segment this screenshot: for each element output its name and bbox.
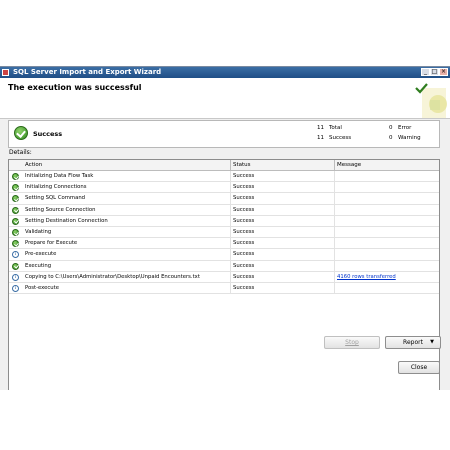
row-status: Success (233, 273, 255, 280)
total-label: Total (329, 125, 342, 131)
details-label: Details: (9, 149, 32, 156)
row-action: Executing (25, 262, 52, 269)
grid-header: Action Status Message (9, 160, 439, 171)
success-check-icon (12, 195, 19, 203)
row-status: Success (233, 184, 255, 191)
table-row[interactable]: i Copying to C:\Users\Administrator\Deskt… (9, 271, 439, 283)
warning-count: 0 (389, 135, 393, 141)
total-count: 11 (317, 125, 324, 131)
row-action: Post-execute (25, 285, 59, 291)
window-title: SQL Server Import and Export Wizard (13, 68, 162, 76)
success-check-icon (12, 173, 19, 180)
title-bar[interactable]: SQL Server Import and Export Wizard _ □ … (0, 67, 450, 78)
row-status: Success (233, 229, 255, 235)
row-status: Success (233, 195, 255, 202)
stop-button[interactable]: Stop (324, 336, 380, 349)
info-icon: i (12, 285, 19, 292)
page-title: The execution was successful (8, 83, 142, 92)
summary-panel: Success 11 Total 11 Success 0 Error 0 Wa… (8, 120, 440, 148)
close-window-button[interactable]: × (439, 68, 448, 76)
minimize-button[interactable]: _ (421, 68, 430, 76)
row-action: Prepare for Execute (25, 240, 78, 247)
details-grid[interactable]: Action Status Message Initializing Data … (8, 159, 440, 398)
info-icon: i (12, 273, 19, 281)
table-row[interactable]: Initializing Connections Success (9, 182, 439, 194)
stop-button-label: Stop (345, 339, 359, 346)
row-status: Success (233, 217, 255, 224)
row-status: Success (233, 251, 255, 258)
wizard-window: SQL Server Import and Export Wizard _ □ … (0, 66, 450, 398)
row-action: Setting Destination Connection (25, 217, 108, 224)
app-icon (2, 69, 9, 76)
success-check-icon (12, 217, 19, 225)
row-message-link[interactable]: 4160 rows transferred (337, 274, 396, 280)
success-check-icon (14, 126, 28, 140)
row-action: Copying to C:\Users\Administrator\Deskto… (25, 273, 200, 280)
row-status: Success (233, 173, 255, 179)
table-row[interactable]: i Pre-execute Success (9, 249, 439, 261)
column-header-status[interactable]: Status (233, 162, 251, 168)
column-header-message[interactable]: Message (337, 162, 361, 168)
success-check-icon (12, 229, 19, 236)
row-action: Initializing Data Flow Task (25, 173, 94, 179)
error-label: Error (398, 125, 412, 131)
info-icon: i (12, 251, 19, 259)
row-status: Success (233, 240, 255, 247)
row-action: Initializing Connections (25, 184, 87, 191)
row-status: Success (233, 206, 255, 213)
row-status: Success (233, 262, 255, 269)
table-row[interactable]: i Post-execute Success (9, 283, 439, 295)
success-label: Success (329, 135, 352, 141)
wizard-header: The execution was successful (0, 78, 450, 119)
wizard-logo-icon (415, 83, 447, 118)
table-row[interactable]: Prepare for Execute Success (9, 238, 439, 250)
table-row[interactable]: Executing Success (9, 260, 439, 272)
table-row[interactable]: Initializing Data Flow Task Success (9, 171, 439, 183)
warning-label: Warning (398, 135, 421, 141)
column-header-action[interactable]: Action (25, 162, 42, 168)
success-check-icon (12, 184, 19, 192)
close-button[interactable]: Close (398, 361, 440, 374)
table-row[interactable]: Setting Source Connection Success (9, 204, 439, 216)
row-action: Setting Source Connection (25, 206, 96, 213)
report-button[interactable]: Report ▼ (385, 336, 441, 349)
error-count: 0 (389, 125, 393, 131)
summary-status: Success (33, 130, 63, 138)
success-check-icon (12, 240, 19, 248)
table-row[interactable]: Validating Success (9, 227, 439, 239)
maximize-button[interactable]: □ (430, 68, 439, 76)
success-count: 11 (317, 135, 324, 141)
desktop-background (0, 390, 450, 450)
row-action: Pre-execute (25, 251, 57, 258)
table-row[interactable]: Setting Destination Connection Success (9, 215, 439, 227)
table-row[interactable]: Setting SQL Command Success (9, 193, 439, 205)
report-button-label: Report (403, 339, 423, 346)
row-status: Success (233, 285, 255, 291)
success-check-icon (12, 206, 19, 214)
chevron-down-icon: ▼ (430, 339, 434, 345)
row-action: Setting SQL Command (25, 195, 86, 202)
success-check-icon (12, 262, 19, 270)
row-action: Validating (25, 229, 52, 235)
